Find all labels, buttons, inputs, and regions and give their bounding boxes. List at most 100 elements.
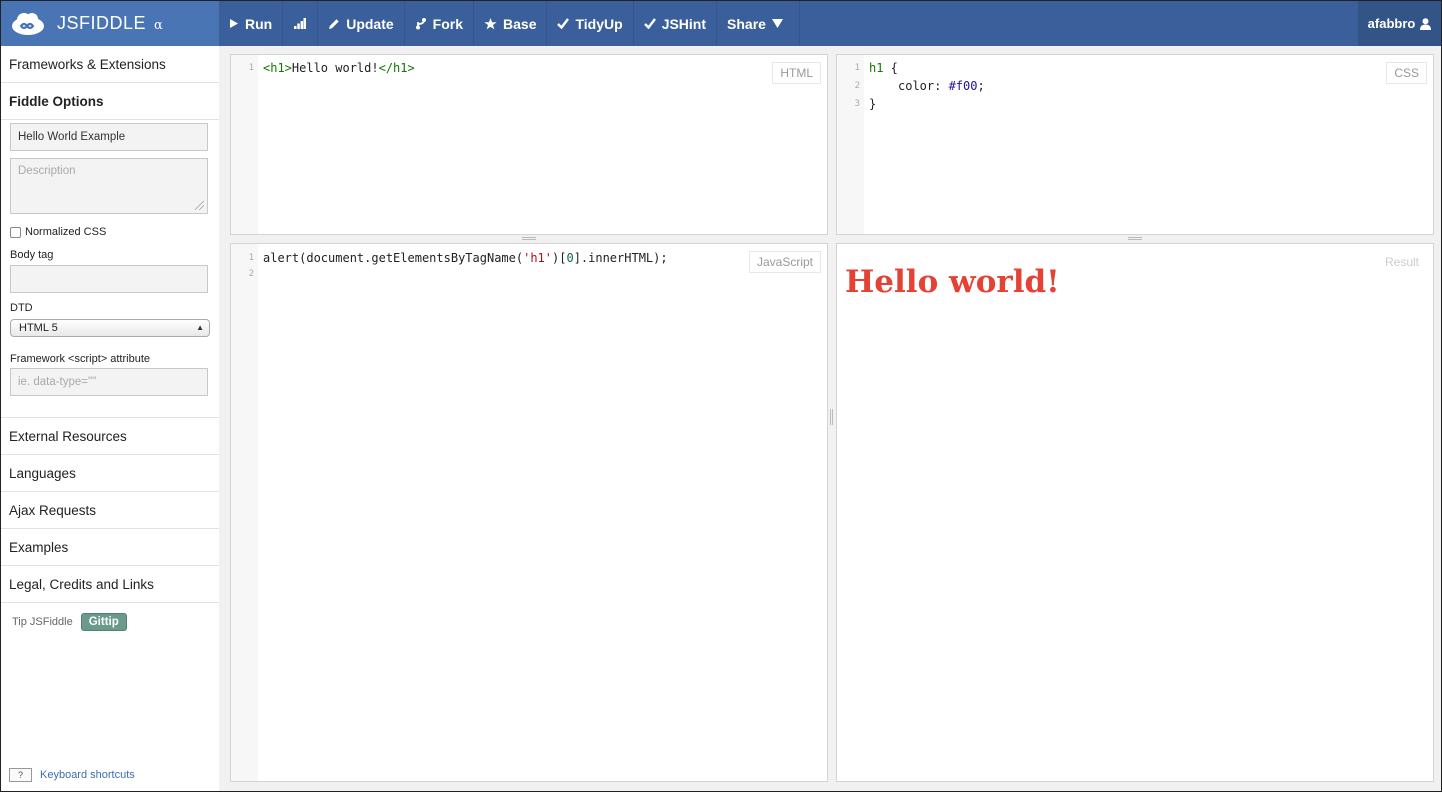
- js-number: 0: [566, 251, 574, 265]
- share-button[interactable]: Share: [717, 1, 800, 46]
- update-button[interactable]: Update: [318, 1, 405, 46]
- line-gutter: 1 2 3: [837, 55, 864, 234]
- fiddle-title-input[interactable]: Hello World Example: [10, 123, 208, 151]
- line-gutter: 1: [231, 55, 258, 234]
- star-icon: [484, 17, 497, 29]
- tip-label: Tip JSFiddle: [12, 616, 73, 628]
- line-number: 2: [854, 81, 860, 91]
- js-panel-label: JavaScript: [748, 251, 821, 273]
- dtd-selected-value: HTML 5: [19, 322, 58, 334]
- pencil-icon: [329, 18, 339, 29]
- play-icon: [230, 19, 238, 28]
- body-tag-label: Body tag: [10, 249, 54, 261]
- sidebar-sections: External Resources Languages Ajax Reques…: [1, 417, 219, 603]
- sidebar: Frameworks & Extensions Fiddle Options H…: [1, 46, 219, 791]
- result-heading: Hello world!: [845, 264, 1060, 300]
- toolbar: Run Update Fork Base TidyUp JSHint Share: [219, 1, 800, 46]
- html-text: Hello world!: [291, 61, 379, 75]
- tip-section: Tip JSFiddle Gittip: [12, 613, 127, 631]
- fork-icon: [415, 18, 426, 30]
- normalized-css-option: Normalized CSS: [10, 226, 208, 238]
- normalized-css-label: Normalized CSS: [25, 226, 107, 238]
- keyboard-shortcuts-link[interactable]: Keyboard shortcuts: [40, 769, 135, 781]
- line-number: 1: [248, 63, 254, 73]
- jshint-button[interactable]: JSHint: [634, 1, 718, 46]
- css-panel-label: CSS: [1386, 62, 1427, 84]
- bar-chart-icon: [294, 18, 307, 29]
- framework-attribute-label: Framework <script> attribute: [10, 353, 150, 365]
- normalized-css-checkbox[interactable]: [10, 226, 21, 238]
- top-navbar: JSFIDDLE α Run Update Fork Base TidyUp J…: [1, 1, 1441, 46]
- css-code-line[interactable]: h1 {: [869, 61, 898, 75]
- js-editor-panel[interactable]: 1 2 alert(document.getElementsByTagName(…: [230, 243, 828, 782]
- fiddle-options-form: Hello World Example Description Normaliz…: [1, 123, 219, 396]
- caret-down-icon: [771, 19, 783, 28]
- result-panel-label: Result: [1376, 251, 1427, 273]
- share-label: Share: [727, 15, 766, 32]
- column-splitter[interactable]: [830, 409, 833, 425]
- shortcut-key-badge[interactable]: ?: [9, 768, 32, 782]
- css-editor-panel[interactable]: 1 2 3 h1 { color: #f00; } CSS: [836, 54, 1434, 235]
- sidebar-item-ajax-requests[interactable]: Ajax Requests: [1, 492, 219, 529]
- brand-name: JSFIDDLE: [57, 13, 147, 33]
- html-code-line[interactable]: <h1>Hello world!</h1>: [263, 61, 415, 75]
- body-tag-input[interactable]: [10, 265, 208, 293]
- js-code-mid: )[: [552, 251, 567, 265]
- gittip-button[interactable]: Gittip: [80, 613, 127, 631]
- css-value: #f00: [948, 79, 978, 93]
- cloud-logo-icon: [12, 12, 44, 35]
- fork-label: Fork: [432, 15, 464, 32]
- js-code-line[interactable]: alert(document.getElementsByTagName('h1'…: [263, 251, 668, 265]
- sidebar-item-external-resources[interactable]: External Resources: [1, 418, 219, 455]
- sidebar-item-examples[interactable]: Examples: [1, 529, 219, 566]
- brand-logo[interactable]: JSFIDDLE α: [1, 1, 219, 46]
- css-code-line[interactable]: }: [869, 97, 876, 111]
- css-property: color: [898, 79, 935, 93]
- css-open-brace: {: [883, 61, 898, 75]
- update-label: Update: [346, 15, 394, 32]
- stats-button[interactable]: [283, 1, 319, 46]
- sidebar-item-frameworks[interactable]: Frameworks & Extensions: [1, 46, 219, 83]
- line-number: 2: [248, 269, 254, 279]
- checkmark-icon: [643, 18, 656, 29]
- right-row-splitter[interactable]: [1128, 237, 1142, 240]
- resize-grip-icon[interactable]: [195, 201, 204, 210]
- css-selector: h1: [869, 61, 884, 75]
- keyboard-shortcuts: ? Keyboard shortcuts: [9, 768, 135, 782]
- run-label: Run: [245, 15, 273, 32]
- checkmark-icon: [557, 18, 570, 29]
- html-close-tag: </h1>: [378, 61, 415, 75]
- user-menu[interactable]: afabbro: [1358, 1, 1441, 46]
- left-row-splitter[interactable]: [522, 237, 536, 240]
- username: afabbro: [1367, 16, 1416, 31]
- run-button[interactable]: Run: [219, 1, 284, 46]
- fork-button[interactable]: Fork: [405, 1, 475, 46]
- base-button[interactable]: Base: [474, 1, 548, 46]
- line-number: 3: [854, 99, 860, 109]
- user-icon: [1420, 17, 1432, 30]
- sidebar-item-fiddle-options[interactable]: Fiddle Options: [1, 83, 219, 120]
- js-code-call: alert(document.getElementsByTagName(: [263, 251, 524, 265]
- html-editor-panel[interactable]: 1 <h1>Hello world!</h1> HTML: [230, 54, 828, 235]
- tidyup-label: TidyUp: [575, 15, 623, 32]
- line-gutter: 1 2: [231, 244, 258, 781]
- brand-alpha: α: [154, 18, 163, 33]
- dtd-select[interactable]: HTML 5 ▲: [10, 319, 210, 337]
- select-arrows-icon: ▲: [196, 323, 204, 332]
- framework-attribute-input[interactable]: ie. data-type="": [10, 368, 208, 396]
- js-code-end: ].innerHTML);: [573, 251, 668, 265]
- base-label: Base: [503, 15, 537, 32]
- css-close-brace: }: [869, 97, 877, 111]
- description-textarea[interactable]: Description: [10, 158, 208, 214]
- result-panel[interactable]: Hello world! Result: [836, 243, 1434, 782]
- line-number: 1: [854, 63, 860, 73]
- line-number: 1: [248, 253, 254, 263]
- sidebar-item-legal[interactable]: Legal, Credits and Links: [1, 566, 219, 603]
- tidyup-button[interactable]: TidyUp: [547, 1, 634, 46]
- dtd-label: DTD: [10, 302, 33, 314]
- sidebar-item-languages[interactable]: Languages: [1, 455, 219, 492]
- description-placeholder: Description: [18, 165, 76, 177]
- js-string: 'h1': [523, 251, 552, 265]
- jshint-label: JSHint: [661, 15, 707, 32]
- css-code-line[interactable]: color: #f00;: [898, 79, 985, 93]
